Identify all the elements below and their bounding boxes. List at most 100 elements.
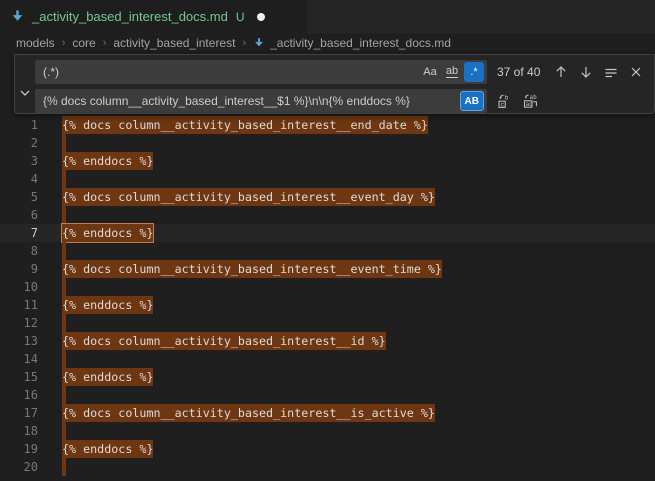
code-line[interactable]: 5{% docs column__activity_based_interest… bbox=[0, 188, 655, 206]
line-content bbox=[62, 386, 66, 404]
svg-text:b: b bbox=[505, 95, 509, 102]
breadcrumb-item[interactable]: activity_based_interest bbox=[113, 36, 235, 50]
code-line[interactable]: 16 bbox=[0, 386, 655, 404]
chevron-down-icon bbox=[19, 87, 31, 99]
code-line[interactable]: 15{% enddocs %} bbox=[0, 368, 655, 386]
line-number: 12 bbox=[0, 314, 38, 332]
line-content: {% docs column__activity_based_interest_… bbox=[62, 332, 386, 350]
tab-filename: _activity_based_interest_docs.md bbox=[32, 9, 228, 24]
line-content bbox=[62, 350, 66, 368]
line-content: {% enddocs %} bbox=[62, 296, 153, 314]
find-match-empty bbox=[62, 278, 66, 296]
breadcrumb-separator: › bbox=[242, 37, 246, 49]
match-case-toggle[interactable]: Aa bbox=[420, 62, 440, 82]
tab-active-file[interactable]: _activity_based_interest_docs.md U bbox=[0, 0, 307, 33]
find-match-empty bbox=[62, 386, 66, 404]
selection-lines-icon bbox=[604, 65, 618, 79]
breadcrumb-item-file[interactable]: _activity_based_interest_docs.md bbox=[253, 36, 451, 50]
code-editor[interactable]: 1{% docs column__activity_based_interest… bbox=[0, 53, 655, 470]
find-match: {% docs column__activity_based_interest_… bbox=[62, 260, 442, 278]
line-content: {% docs column__activity_based_interest_… bbox=[62, 404, 435, 422]
breadcrumb: models › core › activity_based_interest › _act… bbox=[0, 33, 655, 53]
line-number: 6 bbox=[0, 206, 38, 224]
close-find-button[interactable] bbox=[626, 62, 646, 82]
replace-value-text: {% docs column__activity_based_interest_… bbox=[43, 94, 458, 108]
find-match: {% docs column__activity_based_interest_… bbox=[62, 404, 435, 422]
code-line-current[interactable]: 7 {% enddocs %} bbox=[0, 224, 655, 242]
find-match-empty bbox=[62, 422, 66, 440]
find-match: {% docs column__activity_based_interest_… bbox=[62, 332, 386, 350]
breadcrumb-item[interactable]: core bbox=[72, 36, 95, 50]
replace-input[interactable]: {% docs column__activity_based_interest_… bbox=[35, 89, 487, 113]
git-status-badge: U bbox=[236, 10, 245, 24]
code-line[interactable]: 8 bbox=[0, 242, 655, 260]
line-content: {% enddocs %} bbox=[62, 440, 153, 458]
breadcrumb-item[interactable]: models bbox=[16, 36, 55, 50]
close-icon bbox=[630, 66, 642, 78]
markdown-file-icon bbox=[253, 37, 265, 49]
code-line[interactable]: 11{% enddocs %} bbox=[0, 296, 655, 314]
code-line[interactable]: 4 bbox=[0, 170, 655, 188]
line-content: {% enddocs %} bbox=[62, 224, 153, 242]
previous-match-button[interactable] bbox=[551, 62, 571, 82]
breadcrumb-separator: › bbox=[103, 37, 107, 49]
line-number: 3 bbox=[0, 152, 38, 170]
code-line[interactable]: 14 bbox=[0, 350, 655, 368]
code-line[interactable]: 17{% docs column__activity_based_interes… bbox=[0, 404, 655, 422]
code-line[interactable]: 9 {% docs column__activity_based_interest… bbox=[0, 260, 655, 278]
find-match-empty bbox=[62, 206, 66, 224]
find-query-text: (.*) bbox=[43, 65, 418, 79]
code-line[interactable]: 20 bbox=[0, 458, 655, 476]
find-match-empty bbox=[62, 134, 66, 152]
toggle-replace-button[interactable] bbox=[15, 55, 35, 113]
code-line[interactable]: 10 bbox=[0, 278, 655, 296]
line-content bbox=[62, 170, 66, 188]
line-number: 14 bbox=[0, 350, 38, 368]
code-line[interactable]: 3{% enddocs %} bbox=[0, 152, 655, 170]
code-line[interactable]: 2 bbox=[0, 134, 655, 152]
code-line[interactable]: 18 bbox=[0, 422, 655, 440]
find-match-current: {% enddocs %} bbox=[62, 224, 153, 242]
code-line[interactable]: 19 {% enddocs %} bbox=[0, 440, 655, 458]
whole-word-toggle[interactable]: ab bbox=[442, 62, 462, 82]
breadcrumb-file-label: _activity_based_interest_docs.md bbox=[270, 36, 451, 50]
replace-button[interactable]: b c bbox=[495, 91, 515, 111]
unsaved-changes-dot[interactable] bbox=[257, 13, 265, 21]
next-match-button[interactable] bbox=[576, 62, 596, 82]
line-number: 13 bbox=[0, 332, 38, 350]
markdown-file-icon bbox=[10, 9, 25, 24]
find-match-empty bbox=[62, 242, 66, 260]
svg-text:ab: ab bbox=[530, 94, 538, 101]
find-match-empty bbox=[62, 350, 66, 368]
arrow-down-icon bbox=[579, 65, 593, 79]
code-lines: 1{% docs column__activity_based_interest… bbox=[0, 53, 655, 476]
line-number: 8 bbox=[0, 242, 38, 260]
code-line[interactable]: 13 {% docs column__activity_based_interes… bbox=[0, 332, 655, 350]
breadcrumb-separator: › bbox=[62, 37, 66, 49]
arrow-up-icon bbox=[554, 65, 568, 79]
code-line[interactable]: 6 bbox=[0, 206, 655, 224]
line-number: 9 bbox=[0, 260, 38, 278]
vscode-window: { "tab": { "filename": "_activity_based_… bbox=[0, 0, 655, 470]
line-content bbox=[62, 278, 66, 296]
line-number: 2 bbox=[0, 134, 38, 152]
line-content bbox=[62, 314, 66, 332]
find-match: {% enddocs %} bbox=[62, 368, 153, 386]
line-content: {% docs column__activity_based_interest_… bbox=[62, 188, 435, 206]
line-content: {% docs column__activity_based_interest_… bbox=[62, 260, 442, 278]
replace-icon: b c bbox=[497, 93, 513, 109]
line-number: 7 bbox=[0, 224, 38, 242]
line-number: 18 bbox=[0, 422, 38, 440]
line-content: {% docs column__activity_based_interest_… bbox=[62, 116, 428, 134]
code-line[interactable]: 1{% docs column__activity_based_interest… bbox=[0, 116, 655, 134]
find-input[interactable]: (.*) Aa ab .* bbox=[35, 60, 487, 84]
replace-all-button[interactable]: ab ac bbox=[521, 91, 541, 111]
line-number: 16 bbox=[0, 386, 38, 404]
code-line[interactable]: 12 bbox=[0, 314, 655, 332]
regex-toggle[interactable]: .* bbox=[464, 62, 484, 82]
line-number: 19 bbox=[0, 440, 38, 458]
find-in-selection-button[interactable] bbox=[601, 62, 621, 82]
preserve-case-toggle[interactable]: AB bbox=[460, 91, 484, 111]
find-match: {% docs column__activity_based_interest_… bbox=[62, 116, 428, 134]
line-number: 4 bbox=[0, 170, 38, 188]
